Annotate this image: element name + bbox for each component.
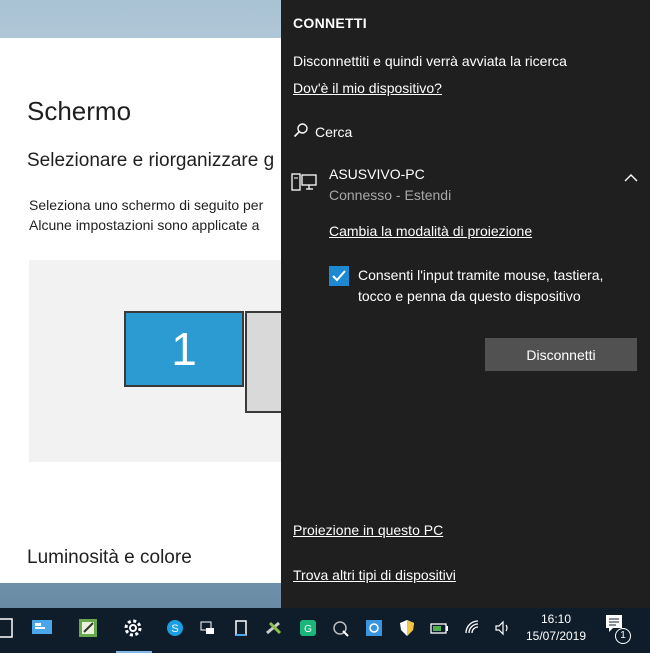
device-status: Connesso - Estendi	[329, 187, 452, 203]
search-row[interactable]: Cerca	[293, 122, 352, 141]
checkmark-icon	[332, 270, 346, 282]
monitor-1[interactable]: 1	[124, 311, 244, 387]
security-shield-icon[interactable]	[395, 616, 419, 640]
device-name: ASUSVIVO-PC	[329, 166, 425, 182]
volume-icon[interactable]	[491, 616, 515, 640]
system-clock[interactable]: 16:10 15/07/2019	[516, 611, 596, 645]
clock-time: 16:10	[540, 612, 572, 626]
monitor-2[interactable]	[245, 311, 282, 413]
battery-icon[interactable]	[428, 616, 452, 640]
computer-app-icon[interactable]	[30, 616, 54, 640]
status-text: Disconnettiti e quindi verrà avviata la …	[293, 53, 567, 69]
description-text: Seleziona uno schermo di seguito per Alc…	[29, 195, 263, 235]
network-device-icon[interactable]	[196, 616, 220, 640]
notification-count-badge: 1	[615, 628, 631, 644]
app-icon-partial[interactable]	[0, 616, 16, 640]
tools-icon[interactable]	[262, 616, 286, 640]
pen-tray-icon[interactable]	[329, 616, 353, 640]
disconnect-button[interactable]: Disconnetti	[485, 338, 637, 371]
blue-app-icon[interactable]	[362, 616, 386, 640]
allow-input-checkbox[interactable]	[329, 266, 349, 286]
description-line-1: Seleziona uno schermo di seguito per	[29, 197, 264, 213]
clock-date: 15/07/2019	[525, 629, 587, 643]
settings-window: Schermo Selezionare e riorganizzare g Se…	[0, 38, 282, 583]
taskbar: S G 16:10 15/07/2019 1	[0, 608, 650, 653]
settings-gear-icon[interactable]	[121, 616, 145, 640]
wifi-icon[interactable]	[461, 616, 485, 640]
connect-panel: CONNETTI Disconnettiti e quindi verrà av…	[281, 0, 650, 608]
chevron-up-icon[interactable]	[623, 170, 639, 182]
pc-icon	[291, 168, 317, 194]
connected-device-item[interactable]: ASUSVIVO-PC Connesso - Estendi	[291, 164, 641, 208]
allow-input-label: Consenti l'input tramite mouse, tastiera…	[358, 267, 604, 304]
display-arrangement-area[interactable]: 1	[29, 260, 282, 462]
change-projection-mode-link[interactable]: Cambia la modalità di proiezione	[329, 223, 532, 239]
tablet-icon[interactable]	[229, 616, 253, 640]
notepad-app-icon[interactable]	[76, 616, 100, 640]
brightness-color-heading: Luminosità e colore	[27, 547, 192, 568]
search-icon	[293, 122, 309, 141]
svg-text:G: G	[304, 624, 312, 635]
description-line-2: Alcune impostazioni sono applicate a	[29, 217, 260, 233]
panel-title: CONNETTI	[293, 15, 367, 31]
green-app-icon[interactable]: G	[296, 616, 320, 640]
svg-text:S: S	[171, 623, 178, 635]
where-is-device-link[interactable]: Dov'è il mio dispositivo?	[293, 80, 442, 96]
section-heading: Selezionare e riorganizzare g	[27, 150, 275, 171]
skype-icon[interactable]: S	[163, 616, 187, 640]
search-label: Cerca	[315, 123, 353, 140]
project-to-this-pc-link[interactable]: Proiezione in questo PC	[293, 522, 443, 538]
find-other-devices-link[interactable]: Trova altri tipi di dispositivi	[293, 567, 456, 583]
page-title: Schermo	[27, 96, 132, 126]
